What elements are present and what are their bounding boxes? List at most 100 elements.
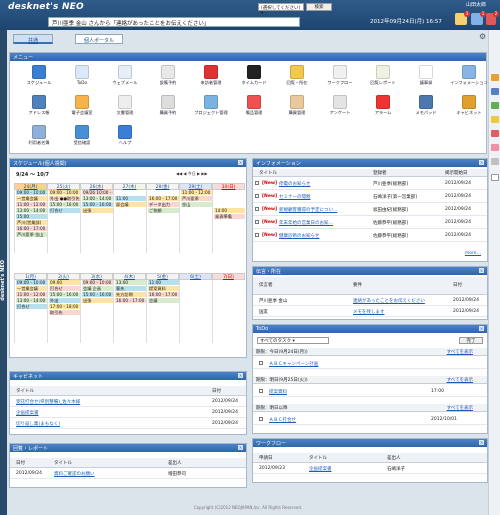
schedule-event[interactable]: 一営業会議 [16,286,47,292]
close-icon[interactable]: × [479,440,484,445]
schedule-event[interactable]: 芦川(営業部) [16,220,47,226]
close-icon[interactable]: × [479,326,484,331]
cabinet-title-link[interactable]: 受託打合せ(県別整備)_佐々木様 [16,399,80,405]
schedule-event[interactable]: 13:00 - 14:00 [82,196,113,202]
menu-item[interactable]: ヘルプ [100,125,150,153]
info-title-link[interactable]: セミナーの開催 [279,194,311,200]
schedule-event[interactable]: 09/26 10:00 - 09/28 17:00 イベント [82,190,113,196]
schedule-event[interactable]: データ出力 [148,202,179,208]
message-subject-link[interactable]: 連絡があったことをお伝えください [353,298,425,304]
report-title-link[interactable]: 資料ご確認のお願い [54,471,95,477]
schedule-event[interactable]: 15:00 - 16:00 [49,202,80,208]
message-ticker[interactable]: 芦川亜季 金山 さんから「連絡があったことをお伝えください」 [48,17,300,27]
day-header[interactable]: 3(水) [80,273,113,280]
schedule-event[interactable]: 出張 [82,208,113,214]
schedule-event[interactable]: 部会議 [115,202,146,208]
schedule-event[interactable]: 打合せ [49,286,80,292]
day-header[interactable]: 29(土) [179,183,212,190]
workflow-title-link[interactable]: 企画提案書 [309,466,332,472]
schedule-event[interactable]: 一営業会議 [16,196,47,202]
pencil-icon[interactable] [491,174,499,181]
todo-filter-select[interactable]: すべてのタスク ▾ [257,337,329,344]
close-icon[interactable]: × [238,445,243,450]
todo-complete-button[interactable]: 完了 [459,337,483,344]
schedule-event[interactable]: 15:00 [16,214,47,220]
schedule-event[interactable]: 11:00 - 12:00 [181,190,212,196]
info-checkbox[interactable] [255,181,259,185]
schedule-event[interactable]: 先方訪問 [115,292,146,298]
schedule-event[interactable]: 会議 企画 [82,286,113,292]
schedule-event[interactable]: 提案資料 [148,286,179,292]
schedule-event[interactable]: 16:00 - 17:00 [115,298,146,304]
day-header[interactable]: 25(火) [47,183,80,190]
schedule-event[interactable]: 会議 [148,298,179,304]
rail-tab[interactable] [491,144,499,151]
day-header[interactable]: 1(月) [14,273,47,280]
day-header[interactable]: 30(日) [212,183,245,190]
todo-show-all-link[interactable]: すべてを表示 [447,349,473,355]
todo-title-link[interactable]: 提案資料 [269,389,287,395]
menu-item[interactable]: キャビネット [444,95,494,123]
search-button[interactable]: 検索 [306,3,332,11]
schedule-event[interactable]: 客先 [115,286,146,292]
schedule-event[interactable]: 打合せ [49,208,80,214]
schedule-event[interactable]: 16:00 - 17:00 [148,196,179,202]
schedule-event[interactable]: 13:00 - 14:00 [16,208,47,214]
info-checkbox[interactable] [255,194,259,198]
rail-tab[interactable] [491,130,499,137]
todo-checkbox[interactable] [259,417,263,421]
schedule-event[interactable]: 15:00 - 16:00 [82,202,113,208]
user-name[interactable]: 山田太郎 [466,1,486,8]
schedule-event[interactable]: 11:00 - 12:00 [16,202,47,208]
schedule-event[interactable]: 09:00 [49,280,80,286]
schedule-event[interactable]: 11:00 [115,196,146,202]
todo-show-all-link[interactable]: すべてを表示 [447,377,473,383]
schedule-event[interactable]: 金山 [181,202,212,208]
app-logo[interactable]: desknet's NEO [8,2,84,12]
schedule-event[interactable]: 打合せ [16,304,47,310]
info-checkbox[interactable] [255,233,259,237]
tab-personal-portal[interactable]: 個人ポータル [75,34,123,44]
schedule-event[interactable]: 17:00 - 18:00 [49,304,80,310]
info-checkbox[interactable] [255,207,259,211]
day-header[interactable]: 24(月) [14,183,47,190]
message-subject-link[interactable]: メモを残します [353,309,385,315]
info-checkbox[interactable] [255,220,259,224]
close-icon[interactable]: × [238,160,243,165]
schedule-event[interactable]: 11:00 [148,280,179,286]
todo-show-all-link[interactable]: すべてを表示 [447,405,473,411]
info-title-link[interactable]: 年末年始の営業日のお知… [279,220,333,226]
rail-tab[interactable] [491,158,499,165]
cabinet-title-link[interactable]: 企画提案書 [16,410,39,416]
day-header[interactable]: 2(火) [47,273,80,280]
schedule-event[interactable]: 16:00 - 17:00 [16,226,47,232]
day-header[interactable]: 5(金) [146,273,179,280]
schedule-event[interactable]: 09:00 - 10:00 [16,190,47,196]
cabinet-title-link[interactable]: 切り返し集(まもなく) [16,421,60,427]
day-header[interactable]: 4(木) [113,273,146,280]
todo-title-link[interactable]: ＡＢＣ打合せ [269,417,296,423]
gear-icon[interactable]: ⚙ [479,32,489,42]
tab-common[interactable]: 共通 [13,34,53,44]
menu-item[interactable]: インフォメーション [444,65,494,93]
day-header[interactable]: 6(土) [179,273,212,280]
schedule-event[interactable]: 11:00 - 12:00 [16,292,47,298]
schedule-event[interactable]: 14:00 [214,208,245,214]
todo-checkbox[interactable] [259,361,263,365]
day-header[interactable]: 7(日) [212,273,245,280]
todo-title-link[interactable]: ＡＢＣキャンペーン計画 [269,361,318,367]
day-header[interactable]: 26(水) [80,183,113,190]
schedule-event[interactable]: 13:00 - 14:00 [16,298,47,304]
schedule-event[interactable]: 09:00 - 10:00 [82,280,113,286]
schedule-event[interactable]: ご依頼 [148,208,179,214]
todo-checkbox[interactable] [259,389,263,393]
quick-select[interactable]: (選択してください) ▾ [258,3,304,16]
schedule-event[interactable]: 外出 ●●取引先 [49,196,80,202]
info-title-link[interactable]: 新規顧客獲得の予定につい… [279,207,338,213]
schedule-event[interactable]: 09:00 - 10:00 [49,190,80,196]
day-header[interactable]: 28(金) [146,183,179,190]
schedule-event[interactable]: 16:00 - 17:00 [148,292,179,298]
schedule-nav[interactable]: ◀◀ ◀ 今日 ▶ ▶▶ [176,171,242,178]
info-more-link[interactable]: more… [465,251,481,256]
schedule-event[interactable]: 15:00 - 16:00 [49,292,80,298]
